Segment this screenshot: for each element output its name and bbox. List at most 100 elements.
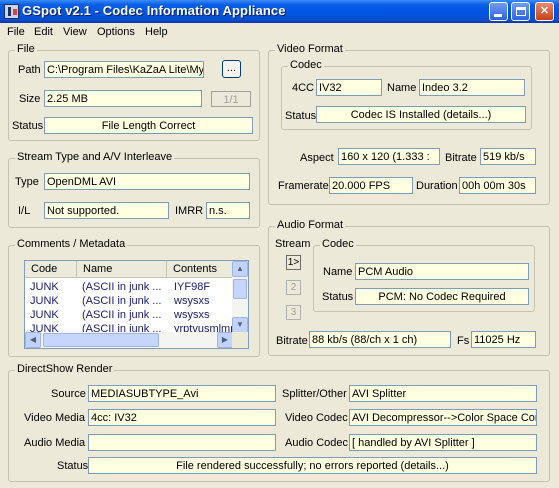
directshow-group-label: DirectShow Render bbox=[15, 363, 115, 375]
aspect-label: Aspect bbox=[300, 152, 334, 164]
stream-type-group-label: Stream Type and A/V Interleave bbox=[15, 151, 175, 163]
browse-button[interactable]: ... bbox=[222, 60, 241, 78]
video-status-field[interactable]: Codec IS Installed (details...) bbox=[316, 106, 526, 123]
audio-status-field[interactable]: PCM: No Codec Required bbox=[355, 288, 529, 305]
audio-stream-2-button[interactable]: 2 bbox=[286, 280, 301, 295]
audio-stream-1-button[interactable]: 1> bbox=[286, 255, 301, 270]
fourcc-field[interactable]: IV32 bbox=[316, 79, 382, 96]
video-codec-group-label: Codec bbox=[288, 59, 324, 71]
audio-bitrate-label: Bitrate bbox=[276, 335, 308, 347]
file-status-label: Status bbox=[12, 120, 44, 132]
comments-group-label: Comments / Metadata bbox=[15, 238, 128, 250]
aspect-field[interactable]: 160 x 120 (1.333 : bbox=[338, 148, 440, 165]
menu-edit[interactable]: Edit bbox=[34, 26, 53, 38]
table-row[interactable]: JUNK (ASCII in junk ... wsysxs bbox=[25, 294, 233, 308]
audio-media-label: Audio Media bbox=[24, 437, 86, 449]
video-bitrate-label: Bitrate bbox=[445, 152, 477, 164]
column-contents[interactable]: Contents bbox=[167, 261, 233, 278]
gspot-app-icon[interactable] bbox=[4, 4, 19, 19]
framerate-label: Framerate bbox=[278, 180, 329, 192]
window-title: GSpot v2.1 - Codec Information Appliance bbox=[22, 3, 286, 18]
imrr-field[interactable]: n.s. bbox=[206, 202, 250, 219]
stream-label: Stream bbox=[275, 238, 311, 250]
menu-options[interactable]: Options bbox=[97, 26, 135, 38]
imrr-label: IMRR bbox=[175, 205, 204, 217]
minimize-button[interactable] bbox=[489, 2, 508, 21]
scroll-right-icon[interactable]: ▶ bbox=[217, 332, 233, 348]
video-format-group-label: Video Format bbox=[275, 43, 345, 55]
audio-stream-3-button[interactable]: 3 bbox=[286, 305, 301, 320]
horizontal-scroll-thumb[interactable] bbox=[43, 333, 159, 347]
scroll-corner bbox=[232, 332, 248, 348]
duration-field[interactable]: 00h 00m 30s bbox=[459, 177, 536, 194]
video-codec-field[interactable]: AVI Decompressor-->Color Space Con bbox=[349, 409, 537, 426]
minimize-icon bbox=[494, 14, 502, 17]
fs-field[interactable]: 11025 Hz bbox=[471, 331, 536, 348]
audio-format-group-label: Audio Format bbox=[275, 219, 346, 231]
table-row[interactable]: JUNK (ASCII in junk ... IYF98F bbox=[25, 280, 233, 294]
scroll-left-icon[interactable]: ◀ bbox=[25, 332, 41, 348]
menu-view[interactable]: View bbox=[63, 26, 87, 38]
framerate-field[interactable]: 20.000 FPS bbox=[329, 177, 413, 194]
cell-code: JUNK bbox=[30, 281, 59, 293]
menu-bar: File Edit View Options Help bbox=[0, 23, 559, 42]
audio-status-label: Status bbox=[322, 291, 354, 303]
splitter-field[interactable]: AVI Splitter bbox=[349, 385, 537, 402]
audio-codec-label: Audio Codec bbox=[285, 437, 348, 449]
splitter-label: Splitter/Other bbox=[282, 388, 347, 400]
audio-bitrate-field[interactable]: 88 kb/s (88/ch x 1 ch) bbox=[309, 331, 451, 348]
video-media-label: Video Media bbox=[24, 412, 85, 424]
audio-codec-group-label: Codec bbox=[320, 238, 356, 250]
file-group-label: File bbox=[15, 43, 37, 55]
fs-label: Fs bbox=[457, 335, 470, 347]
video-bitrate-field[interactable]: 519 kb/s bbox=[480, 148, 536, 165]
video-status-label: Status bbox=[285, 110, 317, 122]
cell-contents: wsysxs bbox=[174, 295, 210, 307]
fourcc-label: 4CC bbox=[292, 82, 315, 94]
vertical-scroll-thumb[interactable] bbox=[233, 279, 247, 299]
file-status-field[interactable]: File Length Correct bbox=[44, 117, 253, 134]
menu-file[interactable]: File bbox=[7, 26, 25, 38]
type-label: Type bbox=[15, 176, 39, 188]
source-label: Source bbox=[51, 388, 86, 400]
directshow-status-field[interactable]: File rendered successfully; no errors re… bbox=[88, 457, 537, 474]
directshow-status-label: Status bbox=[57, 460, 89, 472]
cell-contents: IYF98F bbox=[174, 281, 211, 293]
cell-name: (ASCII in junk ... bbox=[82, 309, 162, 321]
audio-codec-field[interactable]: [ handled by AVI Splitter ] bbox=[349, 434, 537, 451]
il-label: I/L bbox=[18, 205, 31, 217]
type-field[interactable]: OpenDML AVI bbox=[44, 173, 250, 190]
size-field[interactable]: 2.25 MB bbox=[44, 90, 202, 107]
path-field[interactable]: C:\Program Files\KaZaA Lite\My bbox=[44, 61, 204, 78]
metadata-list-header: Code Name Contents bbox=[25, 261, 233, 278]
path-label: Path bbox=[18, 64, 41, 76]
scroll-up-icon[interactable]: ▲ bbox=[232, 261, 248, 277]
horizontal-scrollbar[interactable]: ◀ ▶ bbox=[25, 332, 233, 348]
column-name[interactable]: Name bbox=[77, 261, 167, 278]
metadata-list[interactable]: Code Name Contents JUNK (ASCII in junk .… bbox=[24, 260, 249, 349]
cell-name: (ASCII in junk ... bbox=[82, 281, 162, 293]
close-button[interactable]: ✕ bbox=[535, 2, 554, 21]
audio-name-label: Name bbox=[323, 266, 353, 278]
duration-label: Duration bbox=[416, 180, 458, 192]
audio-media-field[interactable] bbox=[88, 434, 276, 451]
audio-name-field[interactable]: PCM Audio bbox=[355, 263, 529, 280]
maximize-button[interactable] bbox=[511, 2, 530, 21]
video-name-label: Name bbox=[387, 82, 417, 94]
column-code[interactable]: Code bbox=[25, 261, 77, 278]
page-counter: 1/1 bbox=[211, 91, 251, 107]
cell-code: JUNK bbox=[30, 309, 59, 321]
close-icon: ✕ bbox=[539, 5, 550, 17]
title-bar[interactable]: GSpot v2.1 - Codec Information Appliance… bbox=[0, 0, 559, 23]
maximize-icon bbox=[516, 7, 526, 16]
video-name-field[interactable]: Indeo 3.2 bbox=[419, 79, 525, 96]
table-row[interactable]: JUNK (ASCII in junk ... wsysxs bbox=[25, 308, 233, 322]
menu-help[interactable]: Help bbox=[145, 26, 168, 38]
cell-name: (ASCII in junk ... bbox=[82, 295, 162, 307]
il-field[interactable]: Not supported. bbox=[44, 202, 169, 219]
scroll-down-icon[interactable]: ▼ bbox=[232, 317, 248, 333]
vertical-scrollbar[interactable]: ▲ ▼ bbox=[232, 261, 248, 333]
source-field[interactable]: MEDIASUBTYPE_Avi bbox=[88, 385, 276, 402]
video-media-field[interactable]: 4cc: IV32 bbox=[88, 409, 276, 426]
size-label: Size bbox=[19, 93, 41, 105]
